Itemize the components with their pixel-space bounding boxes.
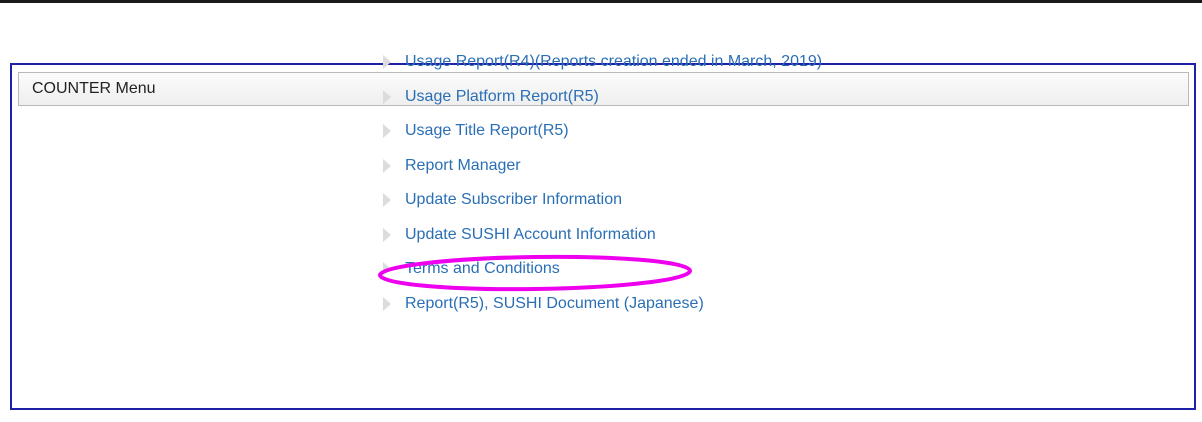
triangle-right-icon — [383, 296, 391, 311]
triangle-right-icon — [383, 158, 391, 173]
triangle-right-icon — [383, 227, 391, 242]
menu-item-terms-and-conditions: Terms and Conditions — [383, 259, 822, 294]
panel-title: COUNTER Menu — [32, 80, 156, 97]
top-divider — [0, 0, 1202, 3]
link-usage-platform-report[interactable]: Usage Platform Report(R5) — [405, 87, 599, 107]
triangle-right-icon — [383, 262, 391, 276]
link-usage-report-r4[interactable]: Usage Report(R4)(Reports creation ended … — [405, 52, 822, 72]
triangle-right-icon — [383, 124, 391, 138]
menu-item-usage-platform-report: Usage Platform Report(R5) — [383, 87, 822, 122]
triangle-right-icon — [383, 89, 391, 104]
link-report-sushi-document[interactable]: Report(R5), SUSHI Document (Japanese) — [405, 294, 704, 314]
link-terms-and-conditions[interactable]: Terms and Conditions — [405, 259, 560, 279]
link-report-manager[interactable]: Report Manager — [405, 156, 521, 176]
menu-item-report-manager: Report Manager — [383, 156, 822, 191]
menu-item-update-subscriber-information: Update Subscriber Information — [383, 190, 822, 225]
triangle-right-icon — [383, 55, 391, 69]
menu-item-update-sushi-account-information: Update SUSHI Account Information — [383, 225, 822, 260]
triangle-right-icon — [383, 193, 391, 207]
link-update-subscriber-information[interactable]: Update Subscriber Information — [405, 190, 622, 210]
menu-item-usage-title-report: Usage Title Report(R5) — [383, 121, 822, 156]
menu-item-report-sushi-document: Report(R5), SUSHI Document (Japanese) — [383, 294, 822, 329]
link-update-sushi-account-information[interactable]: Update SUSHI Account Information — [405, 225, 656, 245]
link-usage-title-report[interactable]: Usage Title Report(R5) — [405, 121, 569, 141]
counter-menu-list: Usage Report(R4)(Reports creation ended … — [383, 52, 822, 328]
menu-item-usage-report-r4: Usage Report(R4)(Reports creation ended … — [383, 52, 822, 87]
